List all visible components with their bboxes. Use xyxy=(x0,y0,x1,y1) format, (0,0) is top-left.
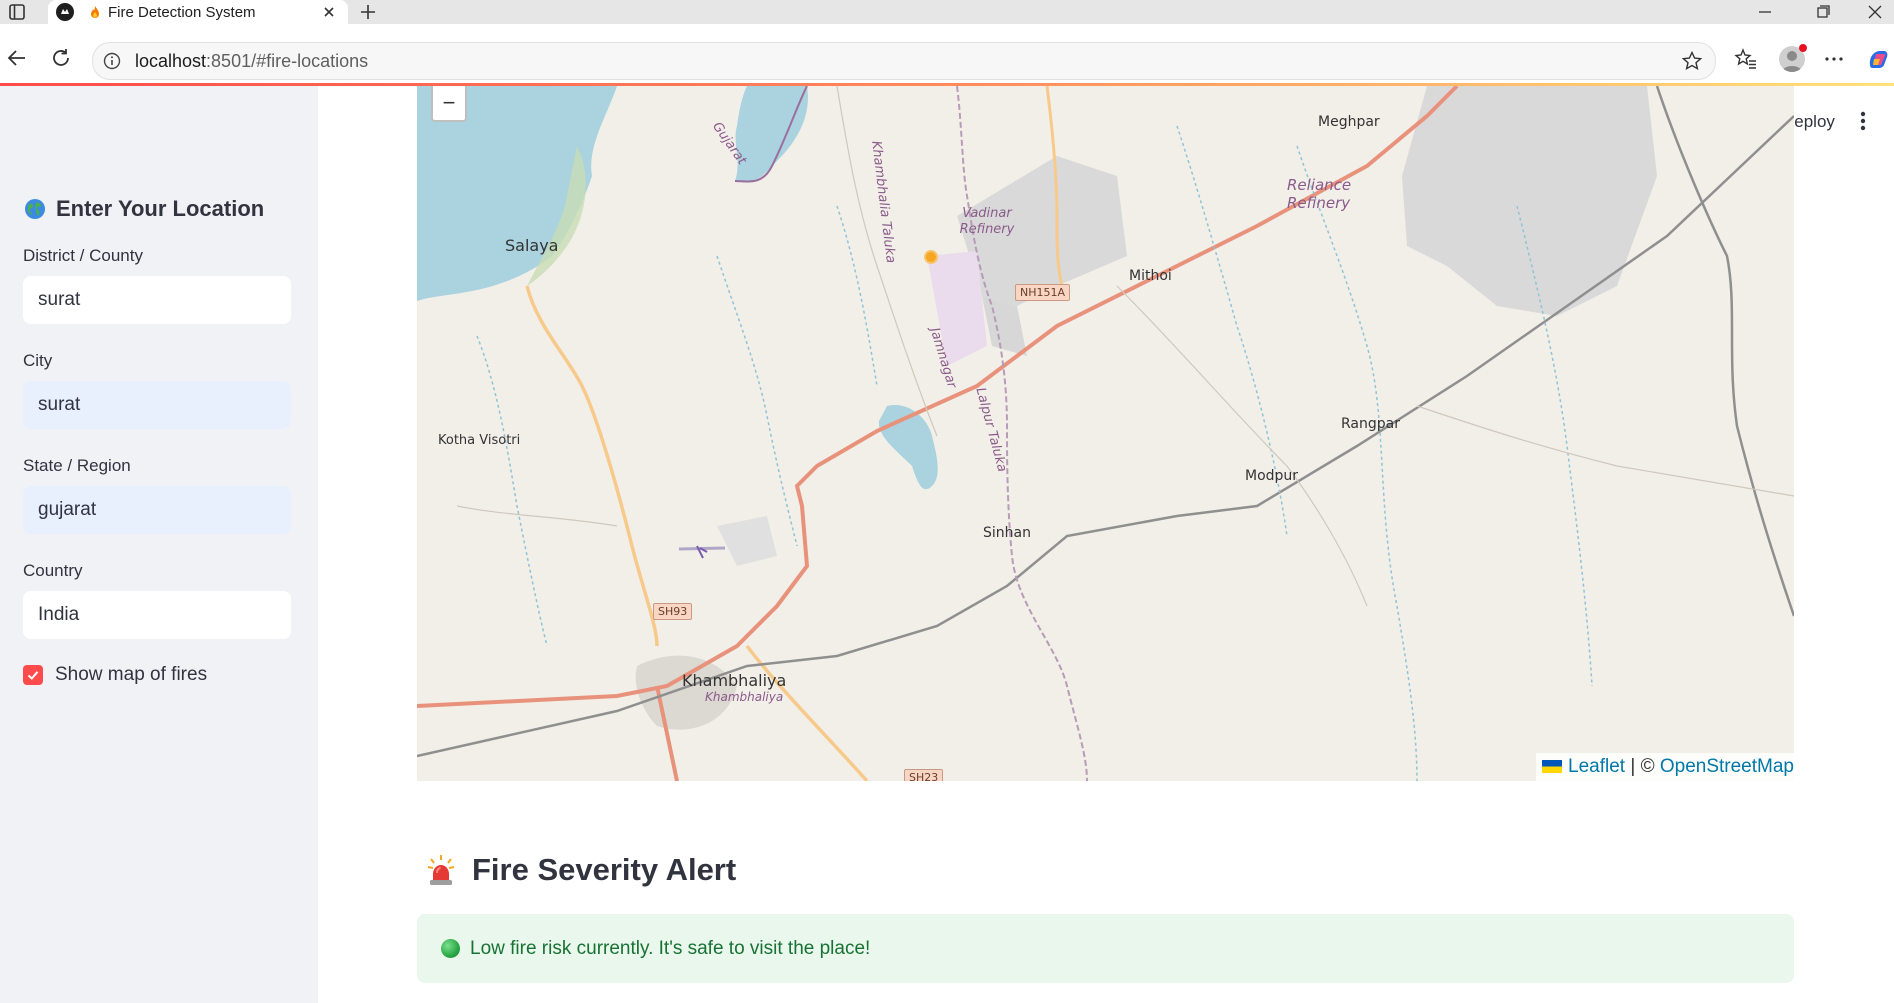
sidebar-heading-text: Enter Your Location xyxy=(56,196,265,221)
flame-favicon-icon xyxy=(91,6,99,18)
minimize-icon[interactable] xyxy=(1756,3,1774,21)
leaflet-link[interactable]: Leaflet xyxy=(1568,756,1625,777)
url-text: localhost:8501/#fire-locations xyxy=(135,51,1681,72)
map-label-khambhaliya: Khambhaliya xyxy=(682,671,787,690)
new-tab-icon[interactable] xyxy=(358,2,378,22)
reload-icon[interactable] xyxy=(50,47,72,69)
sidebar-toggle-icon[interactable] xyxy=(8,3,26,21)
back-icon[interactable] xyxy=(6,47,28,69)
country-input[interactable] xyxy=(23,591,291,639)
map-shield-sh93: SH93 xyxy=(653,603,693,620)
fire-risk-message: Low fire risk currently. It's safe to vi… xyxy=(470,937,871,959)
show-map-checkbox-row[interactable]: Show map of fires xyxy=(23,664,207,686)
district-input[interactable] xyxy=(23,276,291,324)
state-input[interactable] xyxy=(23,486,291,534)
state-label: State / Region xyxy=(23,456,131,475)
main-menu-icon[interactable] xyxy=(1860,110,1866,132)
profile-icon xyxy=(56,3,74,21)
maximize-icon[interactable] xyxy=(1814,3,1832,21)
url-host: localhost xyxy=(135,50,207,71)
country-label: Country xyxy=(23,561,83,580)
map-shield-nh151a: NH151A xyxy=(1015,284,1071,301)
sidebar-heading: Enter Your Location xyxy=(24,196,264,222)
tab-title: Fire Detection System xyxy=(108,3,256,21)
openstreetmap-link[interactable]: OpenStreetMap xyxy=(1660,756,1794,777)
district-label: District / County xyxy=(23,246,143,265)
tab-strip: Fire Detection System xyxy=(0,0,1894,24)
address-bar[interactable]: localhost:8501/#fire-locations xyxy=(92,42,1716,80)
checkmark-icon xyxy=(27,671,39,680)
map-label-reliance-refinery: Reliance Refinery xyxy=(1287,176,1352,212)
map-label-vadinar-refinery: Vadinar Refinery xyxy=(959,206,1015,237)
ukraine-flag-icon xyxy=(1542,760,1563,773)
map-label-khambhaliya-sub: Khambhaliya xyxy=(705,690,784,704)
map-label-rangpar: Rangpar xyxy=(1341,416,1400,432)
map-label-mithoi: Mithoi xyxy=(1129,268,1172,284)
map-tiles xyxy=(417,86,1794,781)
fire-severity-title: Fire Severity Alert xyxy=(426,852,736,888)
copilot-icon[interactable] xyxy=(1866,47,1890,71)
browser-tab[interactable]: Fire Detection System xyxy=(48,0,348,24)
map-label-meghpar: Meghpar xyxy=(1318,114,1380,130)
fire-risk-alert: Low fire risk currently. It's safe to vi… xyxy=(417,914,1794,983)
show-map-checkbox[interactable] xyxy=(23,665,43,685)
bookmark-star-icon[interactable] xyxy=(1681,50,1703,72)
map-attribution: Leaflet | © OpenStreetMap xyxy=(1536,753,1794,781)
city-input[interactable] xyxy=(23,381,291,429)
city-label: City xyxy=(23,351,53,370)
attribution-separator: | © xyxy=(1625,756,1660,777)
more-icon[interactable] xyxy=(1822,47,1846,71)
site-info-icon[interactable] xyxy=(103,52,121,70)
siren-icon xyxy=(427,855,455,885)
url-path: :8501/#fire-locations xyxy=(206,50,369,71)
globe-icon xyxy=(25,199,45,219)
fire-severity-title-text: Fire Severity Alert xyxy=(472,852,737,887)
sidebar xyxy=(0,86,318,1003)
map-label-sinhan: Sinhan xyxy=(983,525,1031,541)
fire-map[interactable]: − Salaya Gujarat Khambhalia Taluka Vadin… xyxy=(417,86,1794,781)
map-label-salaya: Salaya xyxy=(505,236,559,255)
map-shield-sh23: SH23 xyxy=(904,769,944,781)
tab-close-icon[interactable] xyxy=(322,5,336,19)
close-window-icon[interactable] xyxy=(1866,3,1884,21)
map-label-modpur: Modpur xyxy=(1245,468,1299,484)
notification-dot-icon xyxy=(1799,44,1807,52)
map-label-kotha-visotri: Kotha Visotri xyxy=(438,433,521,448)
green-circle-icon xyxy=(441,939,460,958)
favorites-icon[interactable] xyxy=(1734,47,1758,71)
show-map-checkbox-label: Show map of fires xyxy=(55,664,208,685)
zoom-out-button[interactable]: − xyxy=(431,86,467,122)
